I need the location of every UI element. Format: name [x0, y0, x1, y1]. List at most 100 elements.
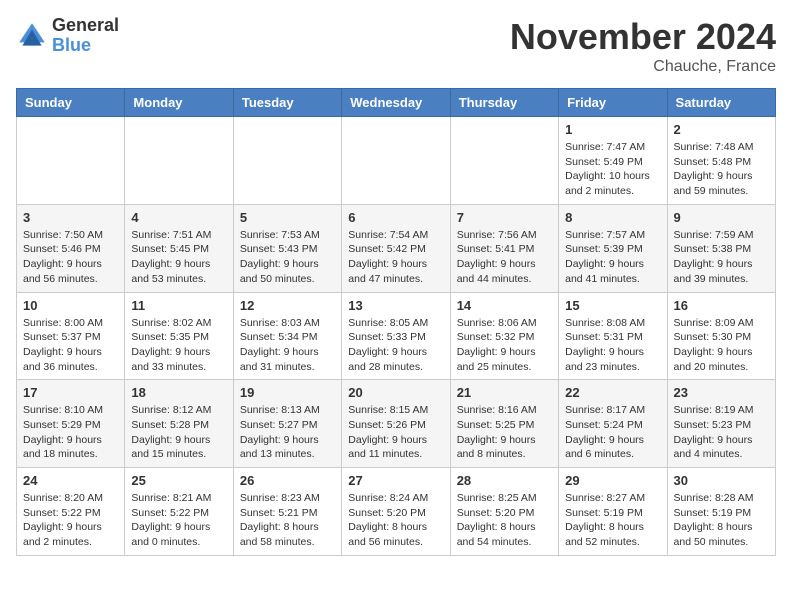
calendar-cell — [17, 117, 125, 205]
calendar-cell: 29 Sunrise: 8:27 AMSunset: 5:19 PMDayligh… — [559, 468, 667, 556]
day-info: Sunrise: 8:03 AMSunset: 5:34 PMDaylight:… — [240, 316, 335, 375]
day-info: Sunrise: 7:54 AMSunset: 5:42 PMDaylight:… — [348, 228, 443, 287]
day-info: Sunrise: 8:19 AMSunset: 5:23 PMDaylight:… — [674, 403, 769, 462]
calendar-cell: 13Sunrise: 8:05 AMSunset: 5:33 PMDayligh… — [342, 292, 450, 380]
day-number: 11 — [131, 298, 226, 313]
day-info: Sunrise: 7:47 AMSunset: 5:49 PMDaylight:… — [565, 140, 660, 199]
day-info: Sunrise: 8:21 AMSunset: 5:22 PMDaylight:… — [131, 491, 226, 550]
day-number: 29 — [565, 473, 660, 488]
day-header-saturday: Saturday — [667, 89, 775, 117]
day-info: Sunrise: 7:48 AMSunset: 5:48 PMDaylight:… — [674, 140, 769, 199]
day-number: 6 — [348, 210, 443, 225]
calendar-cell: 27 Sunrise: 8:24 AMSunset: 5:20 PMDayligh… — [342, 468, 450, 556]
day-number: 14 — [457, 298, 552, 313]
day-number: 18 — [131, 385, 226, 400]
day-info: Sunrise: 8:10 AMSunset: 5:29 PMDaylight:… — [23, 403, 118, 462]
day-number: 20 — [348, 385, 443, 400]
calendar-cell: 24 Sunrise: 8:20 AMSunset: 5:22 PMDayligh… — [17, 468, 125, 556]
day-info: Sunrise: 8:27 AMSunset: 5:19 PMDaylight:… — [565, 491, 660, 550]
calendar-cell: 30 Sunrise: 8:28 AMSunset: 5:19 PMDayligh… — [667, 468, 775, 556]
day-number: 3 — [23, 210, 118, 225]
day-header-friday: Friday — [559, 89, 667, 117]
calendar-cell: 20Sunrise: 8:15 AMSunset: 5:26 PMDayligh… — [342, 380, 450, 468]
day-number: 22 — [565, 385, 660, 400]
day-number: 1 — [565, 122, 660, 137]
day-number: 24 — [23, 473, 118, 488]
calendar-cell — [450, 117, 558, 205]
day-number: 5 — [240, 210, 335, 225]
calendar-cell: 12Sunrise: 8:03 AMSunset: 5:34 PMDayligh… — [233, 292, 341, 380]
day-info: Sunrise: 7:57 AMSunset: 5:39 PMDaylight:… — [565, 228, 660, 287]
day-info: Sunrise: 8:24 AMSunset: 5:20 PMDaylight:… — [348, 491, 443, 550]
day-info: Sunrise: 7:59 AMSunset: 5:38 PMDaylight:… — [674, 228, 769, 287]
day-info: Sunrise: 8:08 AMSunset: 5:31 PMDaylight:… — [565, 316, 660, 375]
month-title: November 2024 — [510, 16, 776, 58]
calendar-week-4: 17 Sunrise: 8:10 AMSunset: 5:29 PMDayligh… — [17, 380, 776, 468]
day-number: 25 — [131, 473, 226, 488]
day-number: 19 — [240, 385, 335, 400]
day-info: Sunrise: 8:16 AMSunset: 5:25 PMDaylight:… — [457, 403, 552, 462]
calendar-cell: 1 Sunrise: 7:47 AMSunset: 5:49 PMDaylight… — [559, 117, 667, 205]
day-number: 8 — [565, 210, 660, 225]
calendar-cell: 18Sunrise: 8:12 AMSunset: 5:28 PMDayligh… — [125, 380, 233, 468]
calendar-cell: 11 Sunrise: 8:02 AMSunset: 5:35 PMDayligh… — [125, 292, 233, 380]
calendar-cell: 15 Sunrise: 8:08 AMSunset: 5:31 PMDayligh… — [559, 292, 667, 380]
location: Chauche, France — [510, 58, 776, 76]
day-number: 2 — [674, 122, 769, 137]
day-number: 7 — [457, 210, 552, 225]
day-number: 10 — [23, 298, 118, 313]
calendar-cell — [233, 117, 341, 205]
day-info: Sunrise: 8:13 AMSunset: 5:27 PMDaylight:… — [240, 403, 335, 462]
calendar-cell: 19 Sunrise: 8:13 AMSunset: 5:27 PMDayligh… — [233, 380, 341, 468]
day-info: Sunrise: 8:00 AMSunset: 5:37 PMDaylight:… — [23, 316, 118, 375]
day-number: 4 — [131, 210, 226, 225]
calendar-week-2: 3Sunrise: 7:50 AMSunset: 5:46 PMDaylight… — [17, 204, 776, 292]
day-info: Sunrise: 7:56 AMSunset: 5:41 PMDaylight:… — [457, 228, 552, 287]
day-number: 27 — [348, 473, 443, 488]
day-info: Sunrise: 7:53 AMSunset: 5:43 PMDaylight:… — [240, 228, 335, 287]
day-number: 23 — [674, 385, 769, 400]
day-header-tuesday: Tuesday — [233, 89, 341, 117]
calendar-cell: 5 Sunrise: 7:53 AMSunset: 5:43 PMDaylight… — [233, 204, 341, 292]
day-number: 30 — [674, 473, 769, 488]
day-info: Sunrise: 8:28 AMSunset: 5:19 PMDaylight:… — [674, 491, 769, 550]
day-header-sunday: Sunday — [17, 89, 125, 117]
day-info: Sunrise: 8:02 AMSunset: 5:35 PMDaylight:… — [131, 316, 226, 375]
calendar-cell: 26Sunrise: 8:23 AMSunset: 5:21 PMDayligh… — [233, 468, 341, 556]
calendar-cell: 14 Sunrise: 8:06 AMSunset: 5:32 PMDayligh… — [450, 292, 558, 380]
day-info: Sunrise: 8:25 AMSunset: 5:20 PMDaylight:… — [457, 491, 552, 550]
calendar-cell: 2 Sunrise: 7:48 AMSunset: 5:48 PMDaylight… — [667, 117, 775, 205]
calendar-header-row: SundayMondayTuesdayWednesdayThursdayFrid… — [17, 89, 776, 117]
day-number: 16 — [674, 298, 769, 313]
calendar-cell: 8 Sunrise: 7:57 AMSunset: 5:39 PMDaylight… — [559, 204, 667, 292]
calendar-cell: 10 Sunrise: 8:00 AMSunset: 5:37 PMDayligh… — [17, 292, 125, 380]
day-info: Sunrise: 8:20 AMSunset: 5:22 PMDaylight:… — [23, 491, 118, 550]
calendar-table: SundayMondayTuesdayWednesdayThursdayFrid… — [16, 88, 776, 556]
calendar-cell: 6 Sunrise: 7:54 AMSunset: 5:42 PMDaylight… — [342, 204, 450, 292]
calendar-cell: 17 Sunrise: 8:10 AMSunset: 5:29 PMDayligh… — [17, 380, 125, 468]
day-info: Sunrise: 8:06 AMSunset: 5:32 PMDaylight:… — [457, 316, 552, 375]
page-header: General Blue November 2024 Chauche, Fran… — [16, 16, 776, 76]
day-info: Sunrise: 8:17 AMSunset: 5:24 PMDaylight:… — [565, 403, 660, 462]
calendar-cell: 28 Sunrise: 8:25 AMSunset: 5:20 PMDayligh… — [450, 468, 558, 556]
calendar-cell: 4 Sunrise: 7:51 AMSunset: 5:45 PMDaylight… — [125, 204, 233, 292]
logo-icon — [16, 20, 48, 52]
day-number: 9 — [674, 210, 769, 225]
day-info: Sunrise: 8:09 AMSunset: 5:30 PMDaylight:… — [674, 316, 769, 375]
calendar-week-1: 1 Sunrise: 7:47 AMSunset: 5:49 PMDaylight… — [17, 117, 776, 205]
calendar-cell: 7 Sunrise: 7:56 AMSunset: 5:41 PMDaylight… — [450, 204, 558, 292]
day-header-monday: Monday — [125, 89, 233, 117]
day-number: 15 — [565, 298, 660, 313]
calendar-cell: 23 Sunrise: 8:19 AMSunset: 5:23 PMDayligh… — [667, 380, 775, 468]
calendar-cell: 16 Sunrise: 8:09 AMSunset: 5:30 PMDayligh… — [667, 292, 775, 380]
logo: General Blue — [16, 16, 119, 56]
day-info: Sunrise: 7:51 AMSunset: 5:45 PMDaylight:… — [131, 228, 226, 287]
calendar-cell: 3Sunrise: 7:50 AMSunset: 5:46 PMDaylight… — [17, 204, 125, 292]
day-number: 17 — [23, 385, 118, 400]
day-number: 28 — [457, 473, 552, 488]
calendar-week-3: 10 Sunrise: 8:00 AMSunset: 5:37 PMDayligh… — [17, 292, 776, 380]
logo-line1: General — [52, 16, 119, 36]
title-block: November 2024 Chauche, France — [510, 16, 776, 76]
logo-line2: Blue — [52, 36, 119, 56]
day-number: 26 — [240, 473, 335, 488]
